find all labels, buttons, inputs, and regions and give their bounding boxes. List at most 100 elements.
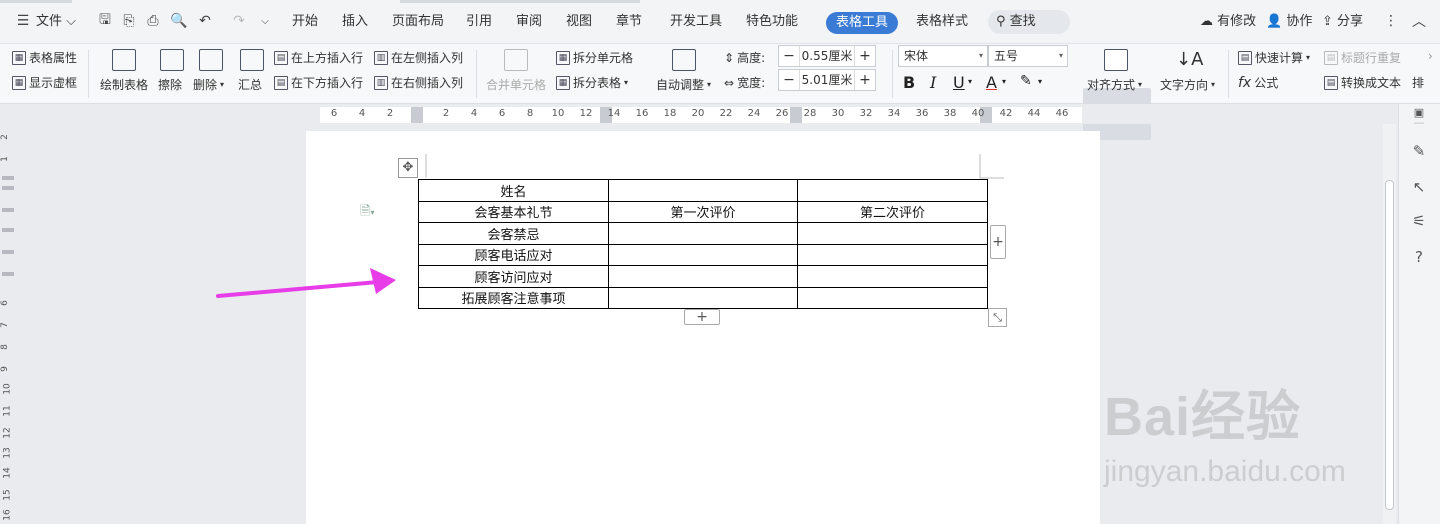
print-preview-icon[interactable]: 🔍 xyxy=(170,12,188,30)
width-increase-button[interactable]: + xyxy=(855,72,875,88)
collab-button[interactable]: 👤 协作 xyxy=(1266,12,1312,32)
tab-review[interactable]: 审阅 xyxy=(516,12,542,32)
tab-home[interactable]: 开始 xyxy=(292,12,318,32)
tab-references[interactable]: 引用 xyxy=(466,12,492,32)
table-resize-handle-icon[interactable]: ⤡ xyxy=(988,308,1007,327)
show-gridlines-button[interactable]: ▦ 显示虚框 xyxy=(12,74,77,91)
font-color-button[interactable]: A xyxy=(986,73,997,92)
tab-page-layout[interactable]: 页面布局 xyxy=(392,12,444,32)
sort-button[interactable]: 排 xyxy=(1412,74,1424,91)
col-width-spinner[interactable]: − 5.01厘米 + xyxy=(778,69,876,91)
scrollbar-thumb[interactable] xyxy=(1385,180,1394,510)
insert-row-below-button[interactable]: ▤ 在下方插入行 xyxy=(274,74,363,91)
underline-button[interactable]: U xyxy=(953,73,965,92)
tab-view[interactable]: 视图 xyxy=(566,12,592,32)
search-button[interactable]: ⚲ 查找 xyxy=(988,10,1070,34)
table-cell[interactable]: 第一次评价 xyxy=(608,200,798,223)
merge-cells-button[interactable]: 合并单元格 xyxy=(486,76,546,93)
table-cell[interactable] xyxy=(797,222,988,245)
col-width-value[interactable]: 5.01厘米 xyxy=(799,70,855,90)
add-column-button[interactable]: + xyxy=(990,225,1006,259)
collapse-ribbon-icon[interactable]: ︿ xyxy=(1410,12,1428,30)
tab-chapter[interactable]: 章节 xyxy=(616,12,642,32)
width-decrease-button[interactable]: − xyxy=(779,72,799,88)
text-direction-button[interactable]: 文字方向 ▾ xyxy=(1160,76,1215,93)
insert-col-left-button[interactable]: ▥ 在左侧插入列 xyxy=(374,49,463,66)
underline-dropdown[interactable]: ▾ xyxy=(968,77,972,86)
tab-insert[interactable]: 插入 xyxy=(342,12,368,32)
document-table[interactable]: 姓名 会客基本礼节 第一次评价 第二次评价 会客禁忌 顾客电话应对 顾客访问应对… xyxy=(418,179,988,309)
table-cell[interactable] xyxy=(608,179,798,202)
font-size-select[interactable]: 五号 ▾ xyxy=(988,45,1068,67)
italic-button[interactable]: I xyxy=(930,73,936,92)
more-vertical-icon[interactable]: ⋮ xyxy=(1382,12,1400,30)
ruler-column-marker[interactable] xyxy=(411,107,423,123)
insert-col-right-button[interactable]: ▥ 在右侧插入列 xyxy=(374,74,463,91)
tab-special[interactable]: 特色功能 xyxy=(746,12,798,32)
split-cells-button[interactable]: ▦ 拆分单元格 xyxy=(556,49,633,66)
table-move-handle-icon[interactable]: ✥ xyxy=(398,158,418,178)
table-cell[interactable] xyxy=(797,179,988,202)
row-height-spinner[interactable]: − 0.55厘米 + xyxy=(778,45,876,67)
font-color-dropdown[interactable]: ▾ xyxy=(1002,77,1006,86)
file-menu[interactable]: 文件 ⌵ xyxy=(36,12,76,32)
split-table-button[interactable]: ▦ 拆分表格 ▾ xyxy=(556,74,628,91)
save-icon[interactable]: 🖫 xyxy=(96,12,114,30)
table-cell[interactable]: 姓名 xyxy=(418,179,609,202)
quick-access-more-icon[interactable]: ⌵ xyxy=(256,12,274,30)
height-increase-button[interactable]: + xyxy=(855,48,875,64)
tab-table-style[interactable]: 表格样式 xyxy=(916,12,968,32)
height-decrease-button[interactable]: − xyxy=(779,48,799,64)
formula-button[interactable]: fx 公式 xyxy=(1238,74,1278,91)
erase-button[interactable]: 擦除 xyxy=(158,76,182,93)
undo-icon[interactable]: ↶ xyxy=(196,12,214,30)
redo-icon[interactable]: ↷ xyxy=(230,12,248,30)
share-button[interactable]: ⇪ 分享 xyxy=(1322,12,1363,32)
paragraph-menu-icon[interactable]: 🗎▾ xyxy=(360,202,374,224)
modified-button[interactable]: ☁ 有修改 xyxy=(1200,12,1256,32)
add-row-button[interactable]: + xyxy=(684,309,720,325)
cursor-select-icon[interactable]: ↖ xyxy=(1409,178,1429,198)
table-cell[interactable]: 顾客访问应对 xyxy=(418,265,609,288)
hamburger-icon[interactable]: ☰ xyxy=(14,12,32,30)
table-cell[interactable] xyxy=(608,286,798,309)
table-cell[interactable] xyxy=(608,265,798,288)
table-cell[interactable]: 顾客电话应对 xyxy=(418,243,609,266)
font-name-select[interactable]: 宋体 ▾ xyxy=(898,45,988,67)
bold-button[interactable]: B xyxy=(903,73,915,92)
delete-button[interactable]: 删除 ▾ xyxy=(193,76,224,93)
highlight-icon[interactable]: ✎ xyxy=(1020,73,1032,89)
vertical-ruler[interactable]: 2 1 6 7 8 9 10 11 12 13 14 15 16 xyxy=(0,124,16,524)
vertical-scrollbar[interactable] xyxy=(1383,124,1396,524)
edit-pen-icon[interactable]: ✎ xyxy=(1409,142,1429,162)
table-cell[interactable]: 拓展顾客注意事项 xyxy=(418,286,609,309)
horizontal-ruler[interactable]: 6 4 2 2 4 6 8 10 12 14 16 18 20 22 24 26 28 30 32 34 36 38 40 4… xyxy=(0,104,1440,124)
help-icon[interactable]: ? xyxy=(1409,248,1429,268)
table-cell[interactable] xyxy=(608,222,798,245)
ribbon-scroll-right-icon[interactable]: › xyxy=(1428,49,1433,63)
table-cell[interactable]: 会客禁忌 xyxy=(418,222,609,245)
convert-to-text-button[interactable]: ▤ 转换成文本 xyxy=(1324,74,1401,91)
quick-calc-button[interactable]: ▤ 快速计算 ▾ xyxy=(1238,49,1310,66)
highlight-dropdown[interactable]: ▾ xyxy=(1038,77,1042,86)
table-cell[interactable]: 第二次评价 xyxy=(797,200,988,223)
insert-row-above-button[interactable]: ▤ 在上方插入行 xyxy=(274,49,363,66)
auto-fit-button[interactable]: 自动调整 ▾ xyxy=(656,76,711,93)
adjust-settings-icon[interactable]: ⚟ xyxy=(1409,212,1429,232)
row-height-value[interactable]: 0.55厘米 xyxy=(799,46,855,66)
table-properties-button[interactable]: ▦ 表格属性 xyxy=(12,49,77,66)
table-cell[interactable] xyxy=(797,243,988,266)
repeat-header-button[interactable]: ▤ 标题行重复 xyxy=(1324,49,1401,66)
draw-table-button[interactable]: 绘制表格 xyxy=(100,76,148,93)
table-cell[interactable] xyxy=(797,286,988,309)
ribbon-table-tools: ▦ 表格属性 ▦ 显示虚框 绘制表格 擦除 删除 ▾ 汇总 ▤ 在上方插入行 ▤ 在下方插… xyxy=(0,44,1440,140)
tab-developer[interactable]: 开发工具 xyxy=(670,12,722,32)
summary-button[interactable]: 汇总 xyxy=(238,76,262,93)
print-icon[interactable]: ⎙ xyxy=(144,12,162,30)
tab-table-tools[interactable]: 表格工具 xyxy=(826,12,899,34)
table-cell[interactable] xyxy=(797,265,988,288)
table-cell[interactable]: 会客基本礼节 xyxy=(418,200,609,223)
table-cell[interactable] xyxy=(608,243,798,266)
export-icon[interactable]: ⎘ xyxy=(120,12,138,30)
align-button[interactable]: 对齐方式 ▾ xyxy=(1087,76,1142,93)
